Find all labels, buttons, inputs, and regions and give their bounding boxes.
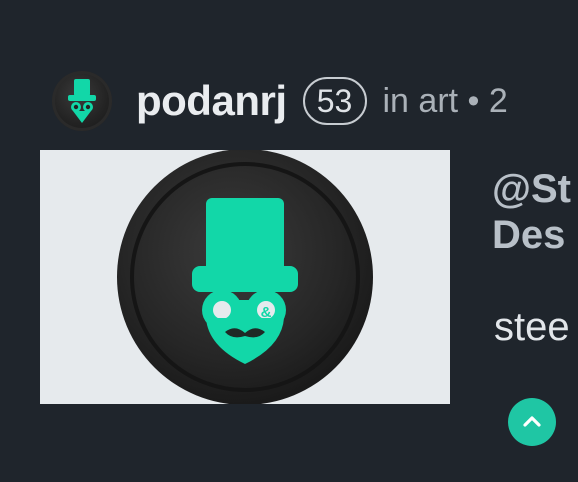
author-username[interactable]: podanrj — [136, 77, 287, 125]
post-thumbnail[interactable]: & — [40, 150, 450, 404]
post-body-preview[interactable]: stee — [494, 305, 570, 350]
steemit-logo-image: & — [117, 150, 373, 404]
steemit-hat-logo-icon — [68, 79, 96, 123]
post-title-line-1: @St — [492, 167, 572, 211]
post-header: podanrj 53 in art • 2 — [52, 70, 508, 132]
post-card: podanrj 53 in art • 2 & @St Des stee — [0, 0, 578, 482]
author-avatar[interactable] — [52, 71, 112, 131]
chevron-up-icon — [523, 416, 541, 427]
post-category-and-time[interactable]: in art • 2 — [383, 82, 508, 121]
upvote-button[interactable] — [508, 398, 556, 446]
post-title-line-2: Des — [492, 213, 566, 257]
post-title[interactable]: @St Des — [492, 166, 571, 258]
reputation-badge: 53 — [302, 77, 367, 125]
